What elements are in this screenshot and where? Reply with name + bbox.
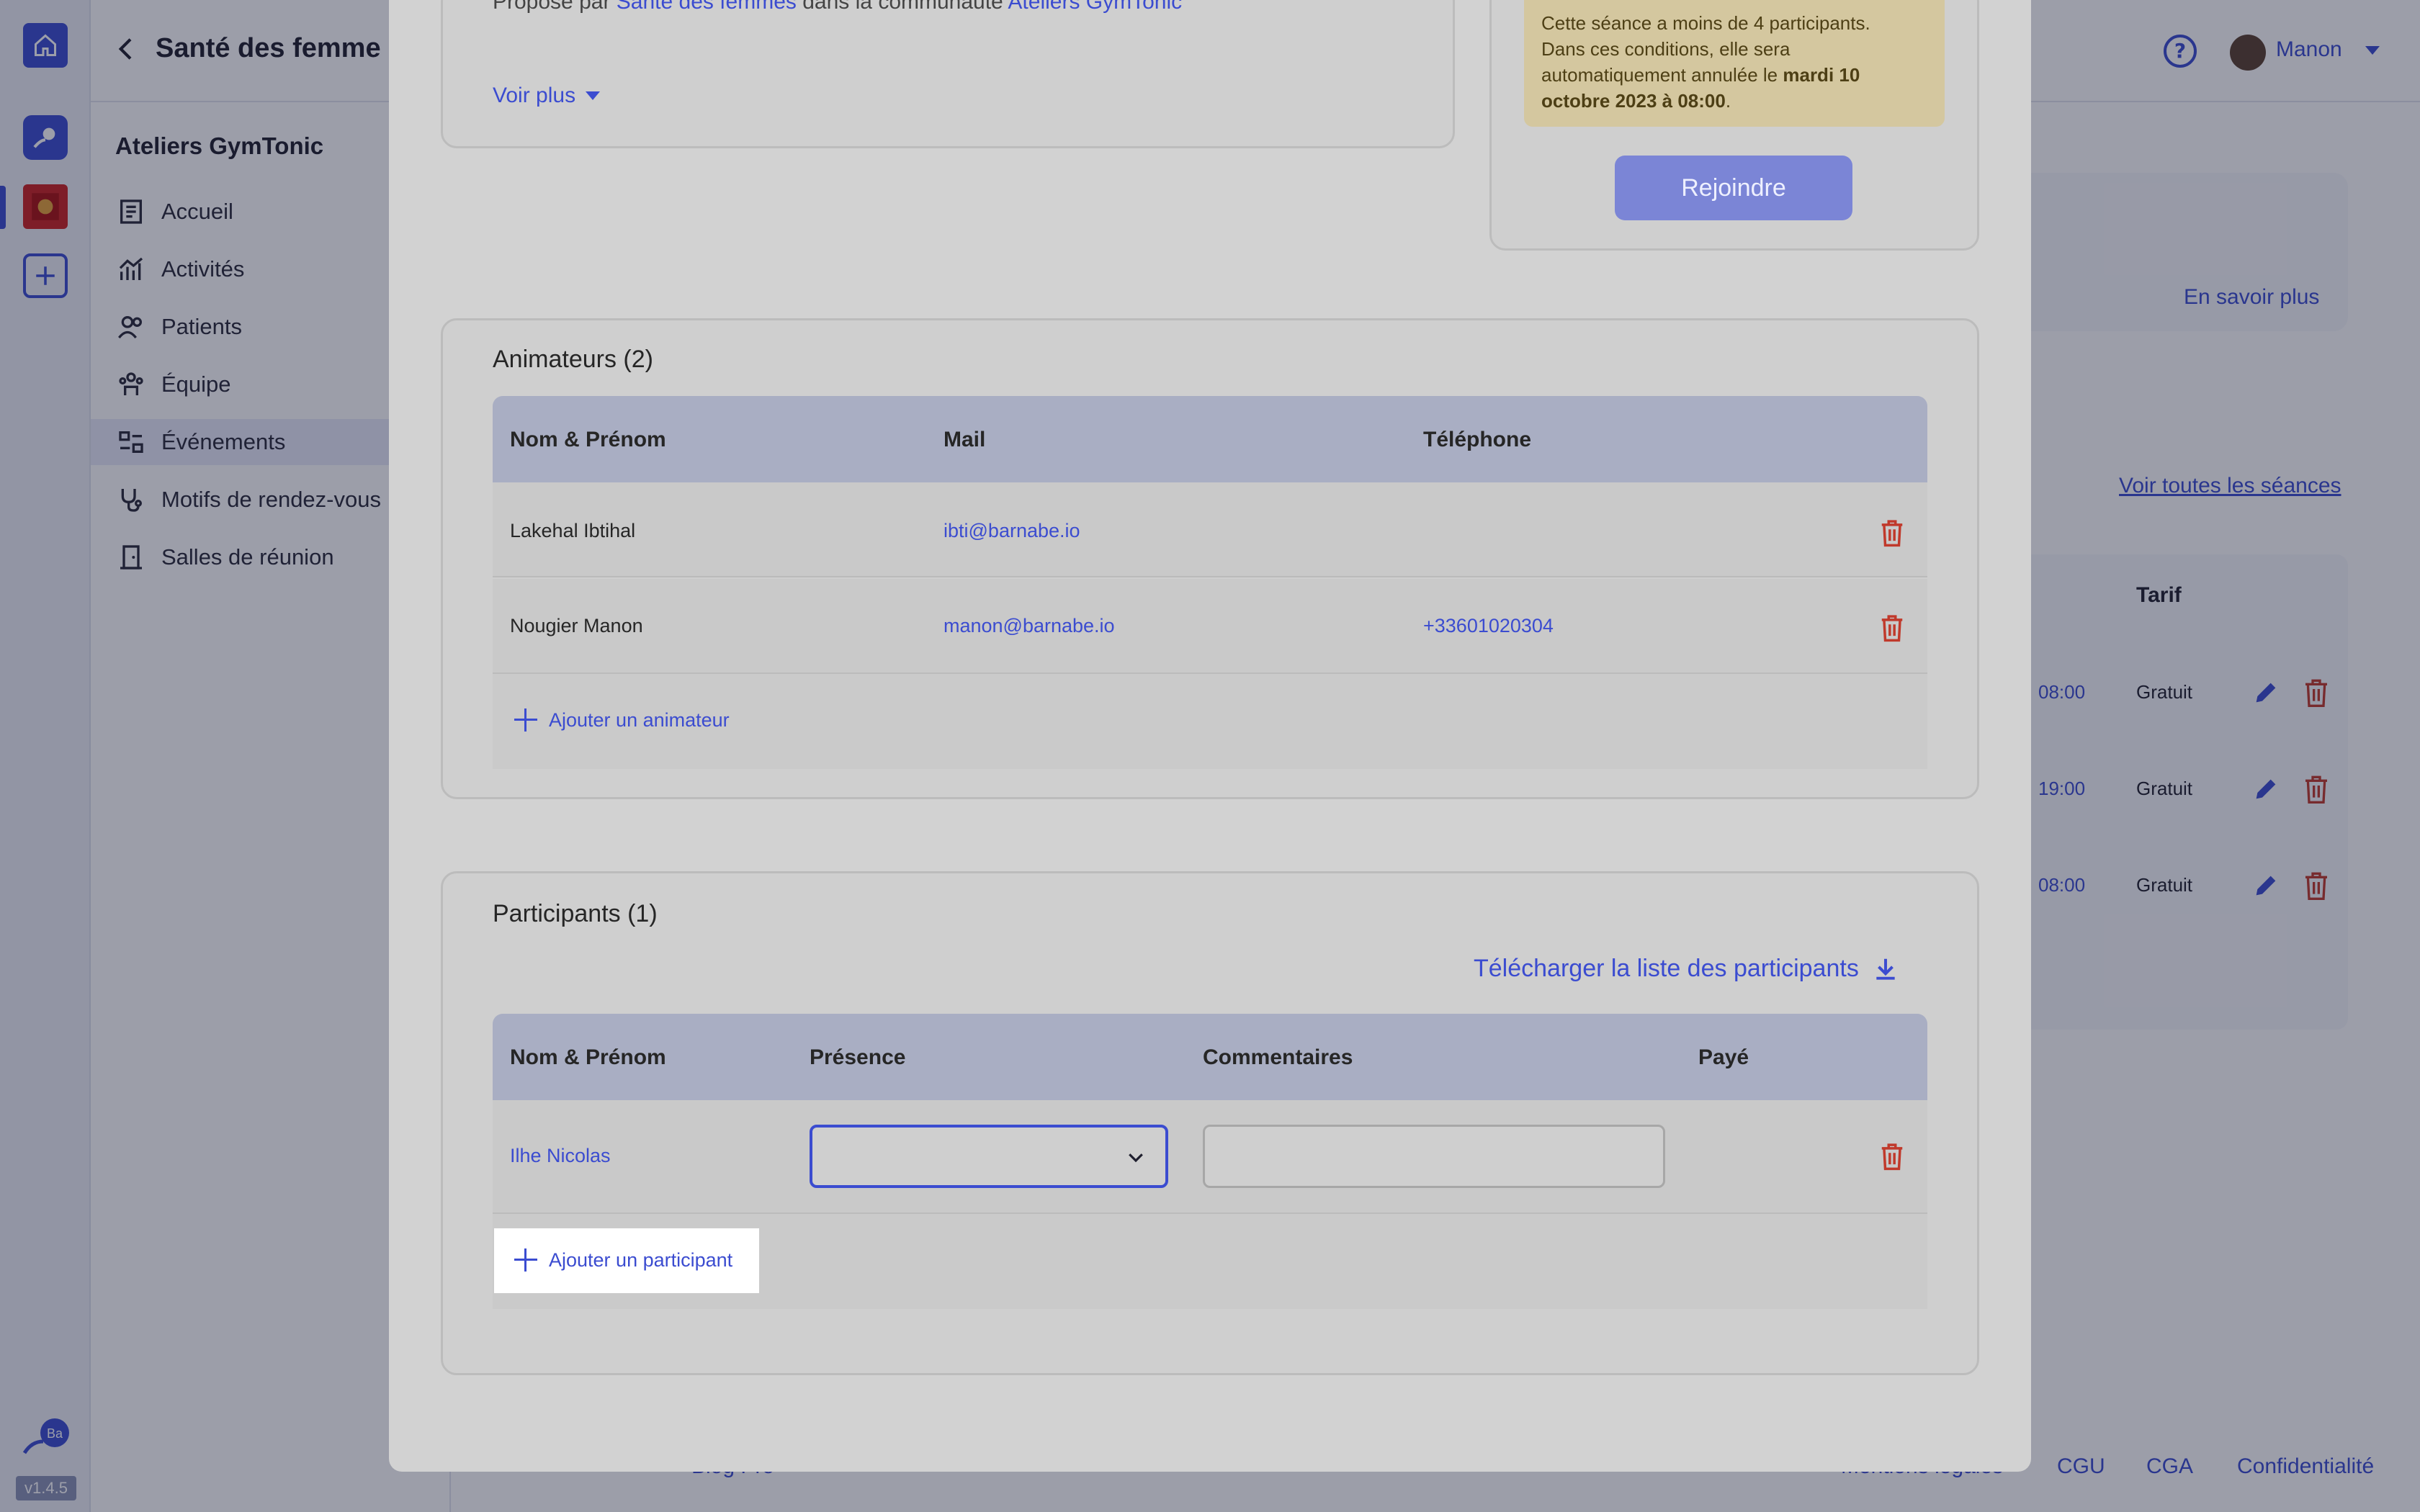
add-participant-label: Ajouter un participant	[549, 1248, 733, 1271]
animator-name: Lakehal Ibtihal	[510, 520, 636, 541]
warning-text: automatiquement annulée le	[1541, 64, 1783, 86]
warning-line: Cette séance a moins de 4 participants.	[1541, 12, 1870, 34]
animator-phone[interactable]: +33601020304	[1423, 615, 1554, 637]
plus-icon	[514, 1248, 537, 1272]
participants-title: Participants (1)	[493, 900, 658, 927]
description-text: Proposé par Santé des femmes dans la com…	[493, 0, 1182, 14]
delete-participant-button[interactable]	[1878, 1140, 1906, 1172]
warning-line: octobre 2023 à 08:00.	[1541, 88, 1927, 114]
plus-icon	[514, 708, 537, 732]
animator-name: Nougier Manon	[510, 615, 643, 636]
warning-line: automatiquement annulée le mardi 10	[1541, 62, 1927, 88]
warning-date: octobre 2023 à 08:00	[1541, 90, 1726, 112]
presence-select[interactable]	[810, 1125, 1168, 1188]
caret-down-icon	[586, 91, 601, 100]
animator-mail[interactable]: ibti@barnabe.io	[944, 520, 1080, 542]
see-more-button[interactable]: Voir plus	[493, 84, 601, 108]
trash-icon	[1881, 1143, 1903, 1171]
delete-animator-button[interactable]	[1878, 517, 1906, 549]
description-prefix: Proposé par	[493, 0, 617, 14]
column-header-mail: Mail	[944, 428, 986, 451]
trash-icon	[1881, 615, 1903, 642]
column-header-name: Nom & Prénom	[510, 428, 666, 451]
description-card	[441, 0, 1455, 148]
column-header-comments: Commentaires	[1203, 1045, 1353, 1069]
download-icon	[1876, 958, 1895, 980]
column-header-paid: Payé	[1698, 1045, 1749, 1069]
animators-title: Animateurs (2)	[493, 346, 653, 373]
join-button[interactable]: Rejoindre	[1615, 156, 1852, 220]
warning-line: Dans ces conditions, elle sera	[1541, 38, 1791, 60]
cancellation-warning: Cette séance a moins de 4 participants. …	[1524, 0, 1945, 127]
participant-name[interactable]: Ilhe Nicolas	[510, 1145, 611, 1167]
description-middle: dans la communauté	[796, 0, 1008, 14]
see-more-label: Voir plus	[493, 84, 576, 107]
add-participant-button[interactable]: Ajouter un participant	[514, 1248, 732, 1272]
warning-text: .	[1725, 90, 1731, 112]
organizer-link[interactable]: Santé des femmes	[617, 0, 797, 14]
column-header-name: Nom & Prénom	[510, 1045, 666, 1069]
download-participants-button[interactable]: Télécharger la liste des participants	[1474, 955, 1899, 983]
community-link[interactable]: Ateliers GymTonic	[1008, 0, 1182, 14]
animator-mail[interactable]: manon@barnabe.io	[944, 615, 1115, 637]
warning-date: mardi 10	[1783, 64, 1860, 86]
table-row	[493, 579, 1927, 674]
column-header-presence: Présence	[810, 1045, 906, 1069]
delete-animator-button[interactable]	[1878, 612, 1906, 644]
comment-input[interactable]	[1203, 1125, 1665, 1188]
add-animator-label: Ajouter un animateur	[549, 708, 730, 731]
table-row	[493, 482, 1927, 577]
chevron-down-icon	[1129, 1153, 1143, 1163]
column-header-phone: Téléphone	[1423, 428, 1532, 451]
animators-table-header	[493, 396, 1927, 482]
download-label: Télécharger la liste des participants	[1474, 955, 1859, 982]
add-animator-button[interactable]: Ajouter un animateur	[514, 708, 730, 732]
trash-icon	[1881, 520, 1903, 547]
